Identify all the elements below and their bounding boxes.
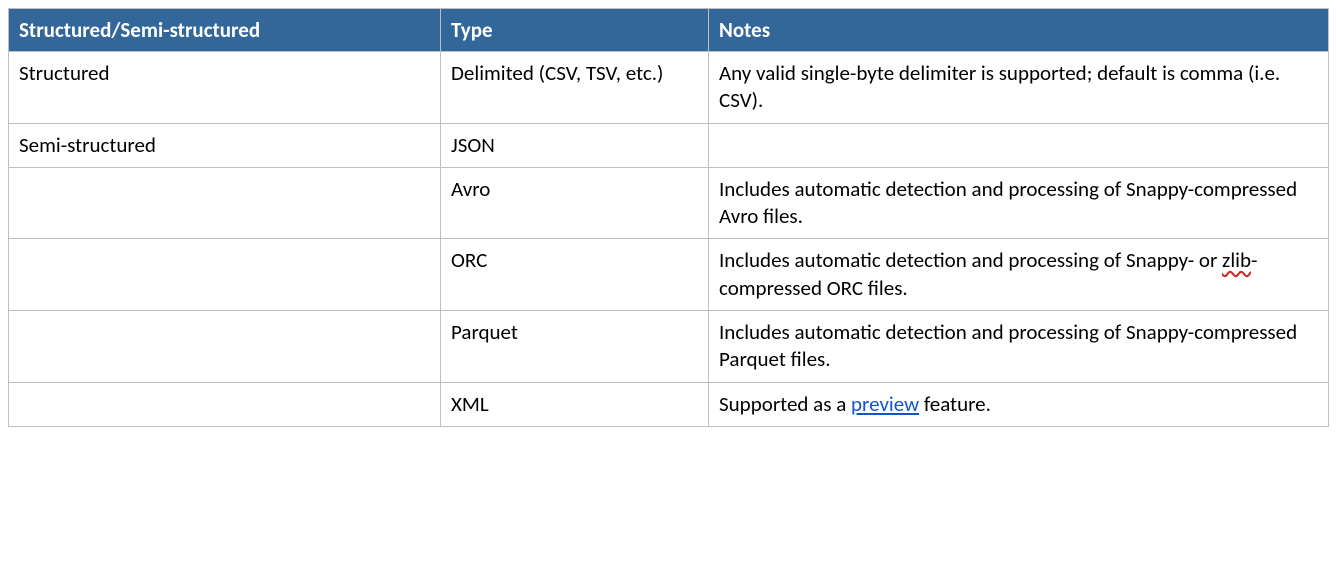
cell-structure: Semi-structured [9,123,441,167]
table-row: ORC Includes automatic detection and pro… [9,239,1329,311]
cell-structure: Structured [9,52,441,124]
file-format-table: Structured/Semi-structured Type Notes St… [8,8,1329,427]
cell-structure [9,311,441,383]
cell-notes: Includes automatic detection and process… [709,167,1329,239]
cell-notes: Includes automatic detection and process… [709,239,1329,311]
header-structure: Structured/Semi-structured [9,9,441,52]
cell-notes: Any valid single-byte delimiter is suppo… [709,52,1329,124]
notes-text-pre: Includes automatic detection and process… [719,247,1222,273]
table-row: Parquet Includes automatic detection and… [9,311,1329,383]
cell-type: Parquet [441,311,709,383]
table-row: XML Supported as a preview feature. [9,382,1329,426]
table-row: Structured Delimited (CSV, TSV, etc.) An… [9,52,1329,124]
table-header-row: Structured/Semi-structured Type Notes [9,9,1329,52]
notes-text-post: feature. [919,391,991,417]
cell-structure [9,239,441,311]
cell-notes: Supported as a preview feature. [709,382,1329,426]
cell-type: Avro [441,167,709,239]
cell-notes: Includes automatic detection and process… [709,311,1329,383]
notes-text-pre: Supported as a [719,391,851,417]
header-type: Type [441,9,709,52]
header-notes: Notes [709,9,1329,52]
cell-structure [9,382,441,426]
cell-type: ORC [441,239,709,311]
cell-structure [9,167,441,239]
cell-type: XML [441,382,709,426]
cell-type: Delimited (CSV, TSV, etc.) [441,52,709,124]
preview-link[interactable]: preview [851,391,919,417]
table-row: Semi-structured JSON [9,123,1329,167]
table-row: Avro Includes automatic detection and pr… [9,167,1329,239]
spellcheck-word: zlib [1222,247,1251,273]
cell-notes [709,123,1329,167]
cell-type: JSON [441,123,709,167]
